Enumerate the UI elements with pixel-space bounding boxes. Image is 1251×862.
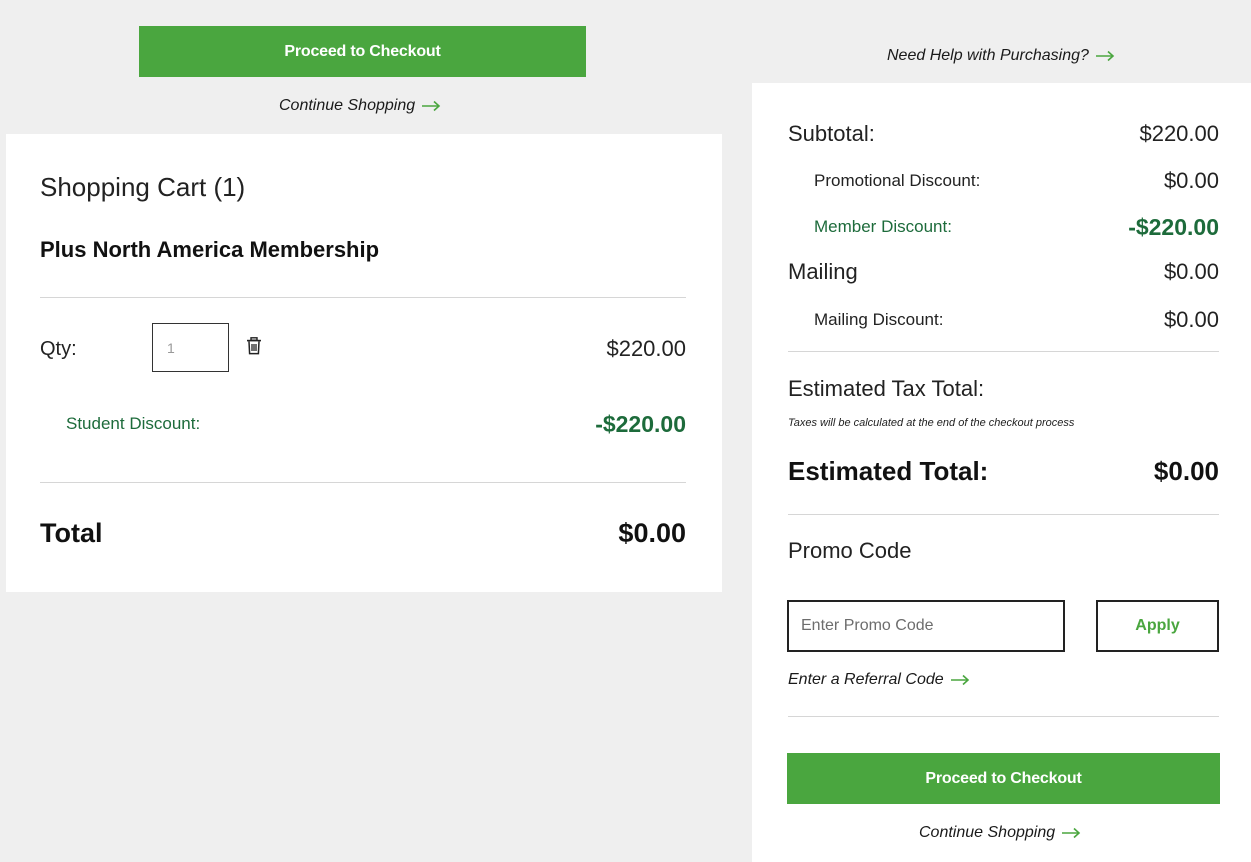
promo-code-input[interactable] bbox=[787, 600, 1065, 652]
right-arrow-icon bbox=[422, 100, 441, 112]
mailing-label: Mailing bbox=[788, 259, 858, 284]
promo-code-heading: Promo Code bbox=[788, 538, 912, 563]
member-discount-value: -$220.00 bbox=[1128, 214, 1219, 240]
summary-divider-3 bbox=[788, 716, 1219, 717]
cart-total-value: $0.00 bbox=[618, 518, 686, 548]
item-price: $220.00 bbox=[606, 336, 686, 361]
referral-code-label: Enter a Referral Code bbox=[788, 671, 944, 688]
mailing-discount-label: Mailing Discount: bbox=[814, 310, 944, 329]
estimated-total-value: $0.00 bbox=[1153, 456, 1219, 486]
summary-divider-2 bbox=[788, 514, 1219, 515]
top-proceed-checkout-button[interactable]: Proceed to Checkout bbox=[139, 26, 586, 77]
trash-icon[interactable] bbox=[246, 337, 262, 355]
qty-input[interactable] bbox=[152, 323, 229, 372]
right-arrow-icon bbox=[1062, 827, 1081, 839]
member-discount-label: Member Discount: bbox=[814, 217, 952, 236]
referral-code-link[interactable]: Enter a Referral Code bbox=[788, 670, 970, 690]
promo-discount-value: $0.00 bbox=[1163, 168, 1219, 193]
student-discount-label: Student Discount: bbox=[66, 414, 201, 433]
cart-divider-bottom bbox=[40, 482, 686, 483]
bottom-continue-shopping-link[interactable]: Continue Shopping bbox=[919, 823, 1081, 843]
apply-promo-label: Apply bbox=[1135, 617, 1180, 634]
bottom-continue-shopping-label: Continue Shopping bbox=[919, 824, 1056, 841]
mailing-value: $0.00 bbox=[1163, 259, 1219, 284]
bottom-proceed-checkout-button[interactable]: Proceed to Checkout bbox=[787, 753, 1220, 804]
promo-discount-label: Promotional Discount: bbox=[814, 171, 981, 190]
tax-label: Estimated Tax Total: bbox=[788, 376, 985, 401]
need-help-label: Need Help with Purchasing? bbox=[887, 47, 1089, 64]
mailing-discount-value: $0.00 bbox=[1163, 307, 1219, 332]
bottom-proceed-checkout-label: Proceed to Checkout bbox=[925, 769, 1082, 787]
top-continue-shopping-label: Continue Shopping bbox=[279, 97, 416, 114]
top-continue-shopping-link[interactable]: Continue Shopping bbox=[279, 96, 441, 116]
estimated-total-label: Estimated Total: bbox=[788, 456, 989, 486]
right-arrow-icon bbox=[1095, 50, 1115, 62]
summary-divider-1 bbox=[788, 351, 1219, 352]
subtotal-label: Subtotal: bbox=[788, 121, 875, 146]
qty-label: Qty: bbox=[40, 338, 77, 360]
student-discount-value: -$220.00 bbox=[595, 411, 686, 437]
tax-note: Taxes will be calculated at the end of t… bbox=[788, 417, 1075, 429]
cart-total-label: Total bbox=[40, 518, 103, 548]
cart-divider-top bbox=[40, 297, 686, 298]
top-proceed-checkout-label: Proceed to Checkout bbox=[284, 42, 441, 60]
apply-promo-button[interactable]: Apply bbox=[1096, 600, 1219, 652]
right-arrow-icon bbox=[950, 674, 969, 686]
cart-title: Shopping Cart (1) bbox=[40, 172, 246, 202]
need-help-link[interactable]: Need Help with Purchasing? bbox=[887, 46, 1115, 66]
product-name: Plus North America Membership bbox=[40, 237, 380, 262]
subtotal-value: $220.00 bbox=[1139, 121, 1219, 146]
